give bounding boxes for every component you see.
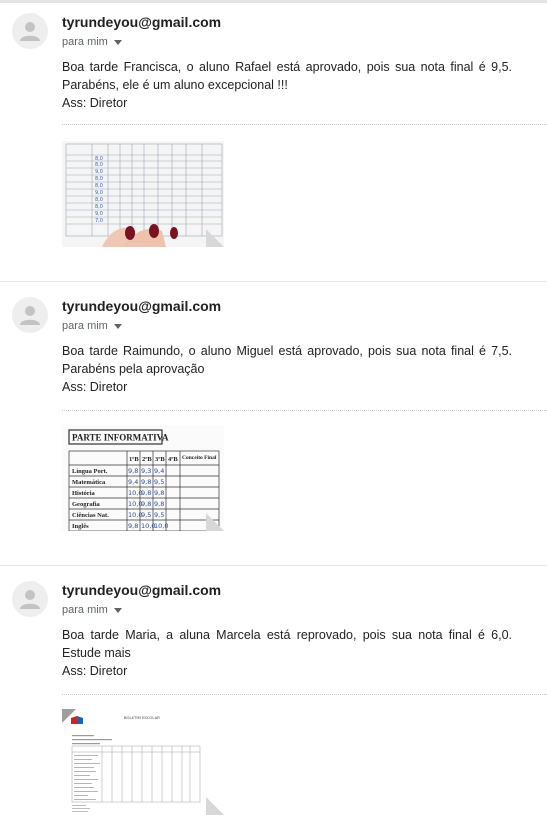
page-fold-corner	[206, 229, 224, 247]
email-message: tyrundeyou@gmail.com para mim Boa tarde …	[0, 568, 547, 838]
subject-label: Geografia	[72, 501, 101, 508]
recipient-line[interactable]: para mim	[62, 604, 122, 616]
recipient-label: para mim	[62, 604, 108, 616]
col-header: 2ºB	[142, 456, 152, 463]
subject-label: Matemática	[72, 479, 106, 486]
chevron-down-icon[interactable]	[113, 40, 122, 45]
quoted-separator	[62, 124, 547, 125]
subject-label: Inglês	[72, 523, 89, 530]
grade-value: 9,4	[128, 478, 138, 486]
grade-value: 9,5	[154, 511, 164, 519]
recipient-line[interactable]: para mim	[62, 36, 122, 48]
svg-text:8,0: 8,0	[95, 183, 103, 189]
parte-informativa-image: PARTE INFORMATIVA 1ºB 2ºB 3ºB 4ºB Concei…	[62, 425, 224, 531]
svg-text:7,0: 7,0	[95, 218, 103, 224]
svg-text:8,0: 8,0	[95, 162, 103, 168]
sender-avatar[interactable]	[12, 297, 48, 333]
chevron-down-icon[interactable]	[113, 608, 122, 613]
svg-text:8,0: 8,0	[95, 197, 103, 203]
message-text: Boa tarde Francisca, o aluno Rafael está…	[62, 60, 512, 92]
attachment-thumbnail-boletim[interactable]: BOLETIM ESCOLAR	[62, 709, 224, 815]
sender-email[interactable]: tyrundeyou@gmail.com	[62, 14, 221, 30]
message-body: Boa tarde Raimundo, o aluno Miguel está …	[62, 342, 512, 396]
attachment-thumbnail-grade-sheet[interactable]: 8,0 8,0 9,0 8,0 8,0 9,0 8,0 8,0 9,0 7,0	[62, 141, 224, 247]
svg-text:9,0: 9,0	[95, 190, 103, 196]
quoted-separator	[62, 410, 547, 411]
col-header: 4ºB	[168, 456, 178, 463]
message-signature: Ass: Diretor	[62, 96, 128, 110]
col-header: 1ºB	[129, 456, 139, 463]
grade-sheet-image: 8,08,0 9,08,0 8,09,0 8,08,0 9,07,0	[62, 141, 224, 247]
attachment-thumbnail-parte-informativa[interactable]: PARTE INFORMATIVA 1ºB 2ºB 3ºB 4ºB Concei…	[62, 425, 224, 531]
subject-label: Língua Port.	[72, 468, 108, 475]
col-header: Conceito Final	[182, 455, 217, 461]
grade-value: 9,8	[141, 478, 151, 486]
page-fold-corner	[206, 797, 224, 815]
message-text: Boa tarde Raimundo, o aluno Miguel está …	[62, 344, 512, 376]
col-header: 3ºB	[155, 456, 165, 463]
person-icon	[20, 22, 40, 41]
sender-avatar[interactable]	[12, 13, 48, 49]
grade-value: 9,5	[141, 511, 151, 519]
quoted-separator	[62, 694, 547, 695]
boletim-image: BOLETIM ESCOLAR	[62, 709, 224, 815]
sender-email[interactable]: tyrundeyou@gmail.com	[62, 298, 221, 314]
message-signature: Ass: Diretor	[62, 664, 128, 678]
grade-value: 9,8	[141, 500, 151, 508]
grade-value: 9,3	[141, 467, 151, 475]
message-body: Boa tarde Francisca, o aluno Rafael está…	[62, 58, 512, 112]
message-divider	[0, 281, 547, 282]
email-message: tyrundeyou@gmail.com para mim Boa tarde …	[0, 0, 547, 270]
grade-value: 9,8	[141, 489, 151, 497]
subject-label: Ciências Nat.	[72, 512, 109, 519]
message-signature: Ass: Diretor	[62, 380, 128, 394]
grade-value: 10,0	[154, 522, 168, 530]
grade-value: 9,8	[154, 489, 164, 497]
grade-value: 9,8	[128, 467, 138, 475]
subject-label: História	[72, 490, 95, 497]
svg-text:8,0: 8,0	[95, 176, 103, 182]
sender-email[interactable]: tyrundeyou@gmail.com	[62, 582, 221, 598]
svg-text:8,0: 8,0	[95, 204, 103, 210]
recipient-label: para mim	[62, 36, 108, 48]
message-text: Boa tarde Maria, a aluna Marcela está re…	[62, 628, 512, 660]
page-fold-corner	[206, 513, 224, 531]
message-divider	[0, 565, 547, 566]
message-body: Boa tarde Maria, a aluna Marcela está re…	[62, 626, 512, 680]
recipient-line[interactable]: para mim	[62, 320, 122, 332]
sender-avatar[interactable]	[12, 581, 48, 617]
boletim-title: BOLETIM ESCOLAR	[124, 715, 160, 720]
grade-value: 9,5	[154, 478, 164, 486]
svg-text:9,0: 9,0	[95, 211, 103, 217]
person-icon	[20, 306, 40, 325]
chevron-down-icon[interactable]	[113, 324, 122, 329]
attachment-heading: PARTE INFORMATIVA	[72, 433, 169, 443]
grade-value: 9,4	[154, 467, 164, 475]
grade-value: 9,8	[128, 522, 138, 530]
svg-text:9,0: 9,0	[95, 169, 103, 175]
person-icon	[20, 590, 40, 609]
grade-value: 9,8	[154, 500, 164, 508]
email-message: tyrundeyou@gmail.com para mim Boa tarde …	[0, 284, 547, 554]
recipient-label: para mim	[62, 320, 108, 332]
